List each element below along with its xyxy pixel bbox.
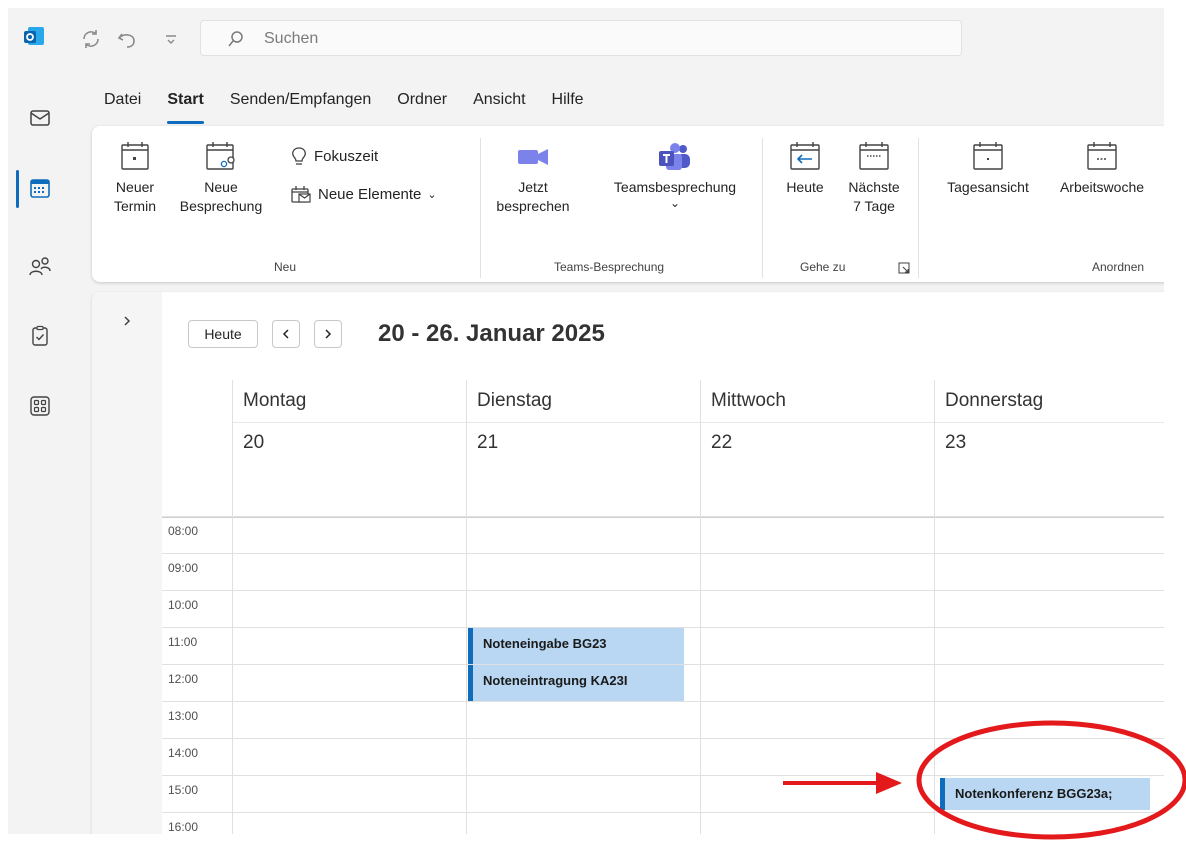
annotation-arrow [783, 772, 902, 794]
annotation-circle [916, 720, 1186, 840]
annotation-overlay [783, 720, 1186, 840]
